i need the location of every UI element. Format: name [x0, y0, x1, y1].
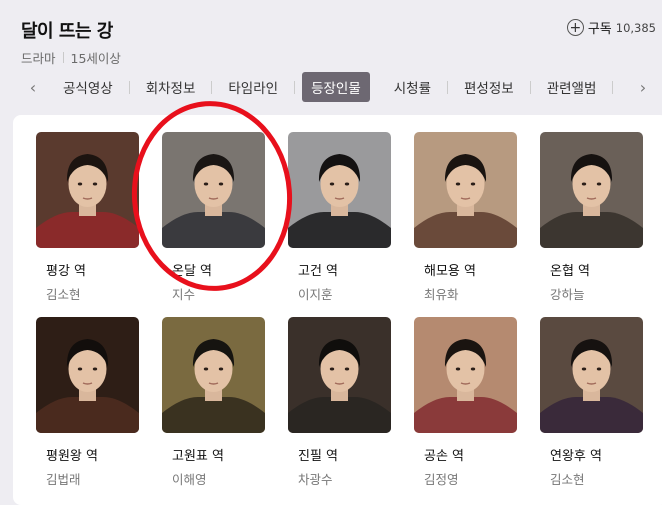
cast-card[interactable]: 공손 역김정영	[414, 317, 517, 488]
cast-card[interactable]: 온협 역강하늘	[540, 132, 643, 303]
cast-actor[interactable]: 김정영	[424, 469, 517, 488]
cast-photo[interactable]	[414, 132, 517, 248]
cast-actor[interactable]: 지수	[172, 284, 265, 303]
cast-role[interactable]: 연왕후 역	[550, 445, 643, 464]
meta-divider	[62, 52, 64, 63]
cast-role[interactable]: 해모용 역	[424, 260, 517, 279]
tab-divider	[529, 80, 531, 94]
cast-role[interactable]: 온협 역	[550, 260, 643, 279]
tab-characters[interactable]: 등장인물	[302, 72, 370, 102]
tab-bar: ‹ 공식영상 회차정보 타임라인 등장인물 시청률 편성정보 관련앨범 ›	[0, 70, 662, 104]
cast-photo[interactable]	[288, 317, 391, 433]
cast-role[interactable]: 평원왕 역	[46, 445, 139, 464]
cast-card[interactable]: 해모용 역최유화	[414, 132, 517, 303]
cast-actor[interactable]: 김법래	[46, 469, 139, 488]
cast-photo[interactable]	[540, 132, 643, 248]
cast-photo[interactable]	[36, 132, 139, 248]
cast-photo[interactable]	[162, 317, 265, 433]
cast-role[interactable]: 평강 역	[46, 260, 139, 279]
tab-divider	[447, 80, 449, 94]
cast-photo[interactable]	[540, 317, 643, 433]
chevron-right-icon[interactable]: ›	[632, 78, 654, 97]
cast-photo[interactable]	[288, 132, 391, 248]
tab-official-video[interactable]: 공식영상	[54, 72, 122, 102]
cast-role[interactable]: 진필 역	[298, 445, 391, 464]
subscribe-count: 10,385	[615, 20, 656, 35]
cast-role[interactable]: 공손 역	[424, 445, 517, 464]
cast-role[interactable]: 고원표 역	[172, 445, 265, 464]
cast-role[interactable]: 고건 역	[298, 260, 391, 279]
chevron-left-icon[interactable]: ‹	[22, 78, 44, 97]
tab-episode-info[interactable]: 회차정보	[137, 72, 205, 102]
cast-actor[interactable]: 김소현	[550, 469, 643, 488]
age-rating: 15세이상	[70, 51, 121, 66]
tab-albums[interactable]: 관련앨범	[538, 72, 606, 102]
plus-icon: +	[566, 19, 584, 36]
cast-card[interactable]: 온달 역지수	[162, 132, 265, 303]
subscribe-button[interactable]: + 구독 10,385	[566, 18, 656, 37]
cast-actor[interactable]: 이지훈	[298, 284, 391, 303]
tab-divider	[294, 80, 296, 94]
subscribe-label: 구독	[587, 22, 612, 37]
tab-divider	[211, 80, 213, 94]
cast-actor[interactable]: 이해영	[172, 469, 265, 488]
cast-photo[interactable]	[162, 132, 265, 248]
tab-timeline[interactable]: 타임라인	[219, 72, 287, 102]
cast-photo[interactable]	[414, 317, 517, 433]
tab-ratings[interactable]: 시청률	[385, 72, 440, 102]
cast-actor[interactable]: 김소현	[46, 284, 139, 303]
cast-card[interactable]: 연왕후 역김소현	[540, 317, 643, 488]
cast-actor[interactable]: 강하늘	[550, 284, 643, 303]
cast-card[interactable]: 고원표 역이해영	[162, 317, 265, 488]
cast-card[interactable]: 평강 역김소현	[36, 132, 139, 303]
program-title[interactable]: 달이 뜨는 강	[21, 17, 113, 43]
program-header: 달이 뜨는 강 드라마 15세이상 + 구독 10,385 ‹ 공식영상 회차정…	[0, 0, 662, 110]
genre-label: 드라마	[21, 51, 56, 66]
tab-divider	[128, 80, 130, 94]
cast-card[interactable]: 평원왕 역김법래	[36, 317, 139, 488]
cast-card[interactable]: 고건 역이지훈	[288, 132, 391, 303]
cast-role[interactable]: 온달 역	[172, 260, 265, 279]
cast-actor[interactable]: 차광수	[298, 469, 391, 488]
cast-actor[interactable]: 최유화	[424, 284, 517, 303]
cast-photo[interactable]	[36, 317, 139, 433]
program-meta: 드라마 15세이상	[21, 48, 121, 67]
tab-schedule[interactable]: 편성정보	[455, 72, 523, 102]
tab-divider	[612, 80, 614, 94]
cast-card[interactable]: 진필 역차광수	[288, 317, 391, 488]
